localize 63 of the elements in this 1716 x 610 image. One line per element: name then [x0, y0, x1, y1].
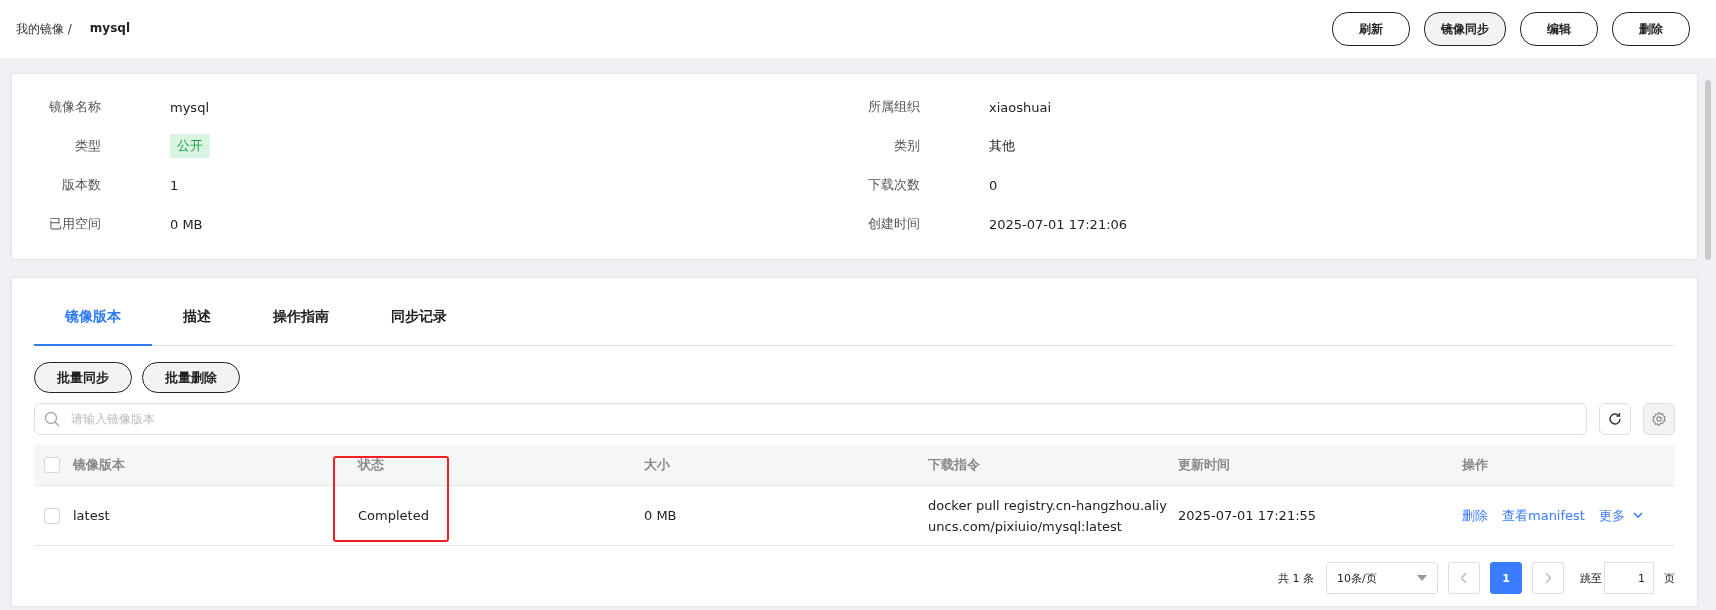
action-link[interactable]: 查看manifest [1502, 506, 1585, 525]
field-label: 类型 [74, 137, 101, 155]
field-label: 版本数 [61, 176, 101, 194]
field-value: 0 MB [170, 216, 203, 232]
settings-icon [1651, 411, 1667, 427]
settings-button[interactable] [1643, 403, 1675, 435]
breadcrumb-current: mysql [89, 20, 131, 37]
column-header: 下载指令 [928, 457, 980, 472]
status-tag: 公开 [170, 134, 210, 158]
header-button[interactable]: 删除 [1612, 12, 1690, 46]
column-header: 镜像版本 [73, 457, 125, 472]
field-value: 0 [989, 177, 998, 193]
field-label: 所属组织 [867, 98, 920, 116]
jump-input[interactable]: 1 [1604, 562, 1654, 594]
header-button[interactable]: 镜像同步 [1424, 12, 1506, 46]
field-label: 下载次数 [867, 176, 920, 194]
field-label: 镜像名称 [48, 98, 101, 116]
action-link[interactable]: 删除 [1462, 506, 1488, 525]
column-header: 状态 [358, 457, 384, 472]
caret-down-icon [1417, 575, 1427, 581]
prev-page-button[interactable] [1448, 562, 1480, 594]
field-label: 创建时间 [867, 215, 920, 233]
tab[interactable]: 操作指南 [242, 290, 360, 346]
field-value: 其他 [989, 137, 1015, 155]
tab[interactable]: 同步记录 [360, 290, 478, 346]
column-header: 更新时间 [1178, 457, 1230, 472]
field-value: xiaoshuai [989, 99, 1052, 115]
more-dropdown[interactable]: 更多 [1598, 506, 1643, 525]
chevron-down-icon [1632, 512, 1643, 519]
breadcrumb-parent[interactable]: 我的镜像 / [16, 20, 72, 38]
tab[interactable]: 描述 [152, 290, 242, 346]
refresh-icon [1607, 411, 1623, 427]
page-button[interactable]: 1 [1490, 562, 1522, 594]
field-value: 2025-07-01 17:21:06 [989, 216, 1128, 232]
table-cell: 0 MB [644, 508, 677, 523]
field-value: mysql [170, 99, 209, 115]
field-label: 已用空间 [48, 215, 101, 233]
chevron-right-icon [1544, 572, 1552, 584]
header-button[interactable]: 刷新 [1332, 12, 1410, 46]
table-cell-text: docker pull registry.cn-hangzhou.aliyuncs.com/pixiuio/mysql:latest [928, 496, 1168, 536]
table-cell: 2025-07-01 17:21:55 [1178, 508, 1317, 523]
table-cell: latest [73, 508, 110, 523]
jump-label: 跳至 [1580, 570, 1602, 586]
field-value: 1 [170, 177, 179, 193]
checkbox[interactable] [44, 457, 60, 473]
column-header: 操作 [1462, 457, 1488, 472]
refresh-button[interactable] [1599, 403, 1631, 435]
field-label: 类别 [893, 137, 920, 155]
column-header: 大小 [644, 457, 670, 472]
chevron-left-icon [1460, 572, 1468, 584]
total-count: 共 1 条 [1278, 570, 1314, 586]
next-page-button[interactable] [1532, 562, 1564, 594]
search-icon [44, 411, 60, 427]
page-size-select[interactable]: 10条/页 [1326, 562, 1438, 594]
scrollbar[interactable] [1705, 80, 1711, 260]
search-field[interactable]: 请输入镜像版本 [34, 403, 1587, 435]
tab[interactable]: 镜像版本 [34, 290, 152, 346]
checkbox[interactable] [44, 507, 60, 524]
batch-button[interactable]: 批量删除 [142, 362, 240, 393]
header-button[interactable]: 编辑 [1520, 12, 1598, 46]
jump-unit: 页 [1664, 570, 1675, 586]
table-cell: Completed [358, 508, 429, 523]
batch-button[interactable]: 批量同步 [34, 362, 132, 393]
